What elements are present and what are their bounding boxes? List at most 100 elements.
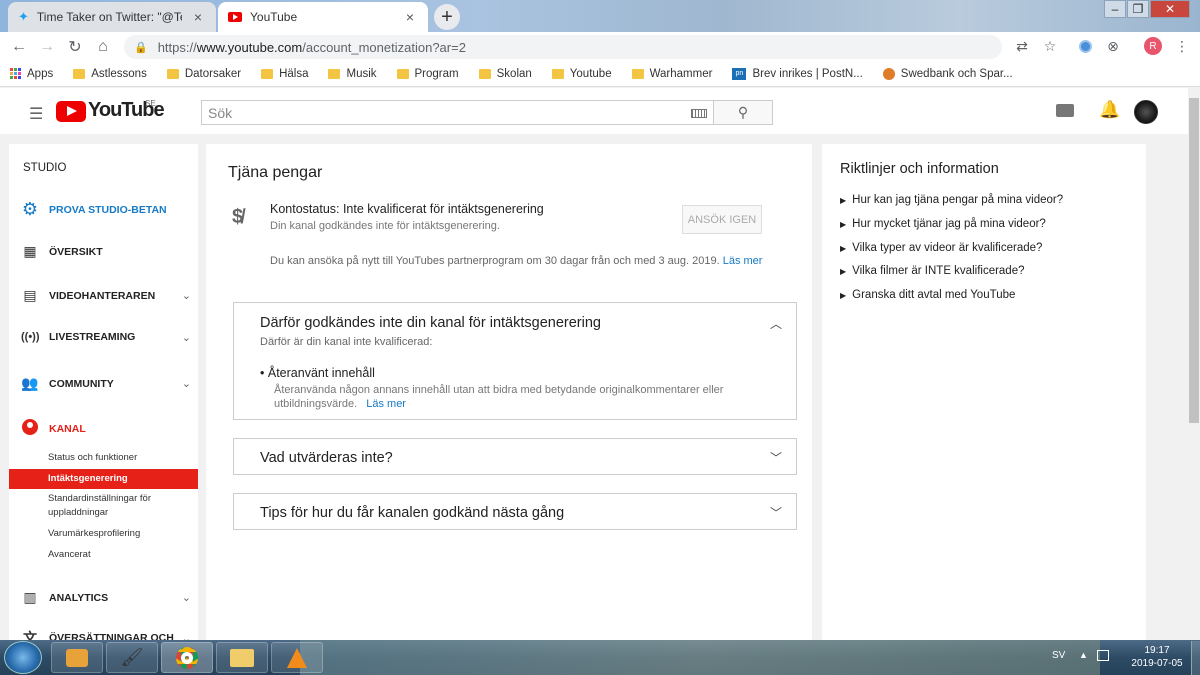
- sidebar-item-kanal[interactable]: KANAL: [21, 419, 191, 438]
- menu-kebab-icon[interactable]: ⋮: [1172, 36, 1192, 56]
- close-window-button[interactable]: ✕: [1150, 0, 1190, 18]
- monetization-panel: Tjäna pengar $̸ Kontostatus: Inte kvalif…: [206, 144, 812, 644]
- sub-item-status[interactable]: Status och funktioner: [48, 452, 137, 463]
- search-input[interactable]: Sök: [201, 100, 714, 125]
- blocked-extension-icon[interactable]: ⊗: [1103, 36, 1123, 56]
- folder-icon: [261, 68, 274, 79]
- start-button[interactable]: [4, 641, 42, 674]
- bookmark-star-icon[interactable]: ☆: [1040, 36, 1060, 56]
- sub-item-monetization-active[interactable]: Intäktsgenerering: [9, 469, 198, 489]
- browser-tab-twitter[interactable]: ✦ Time Taker on Twitter: "@TeamY ×: [8, 2, 216, 32]
- create-video-icon[interactable]: [1056, 104, 1074, 117]
- tray-arrow-icon[interactable]: ▲: [1079, 650, 1088, 660]
- maximize-button[interactable]: ❐: [1127, 0, 1149, 18]
- forward-arrow-icon[interactable]: →: [36, 38, 58, 56]
- url-scheme: https://: [157, 39, 197, 55]
- bookmark-datorsaker[interactable]: Datorsaker: [166, 67, 242, 80]
- guideline-link[interactable]: ▶ Vilka filmer är INTE kvalificerade?: [840, 265, 1025, 279]
- guidelines-panel: Riktlinjer och information ▶ Hur kan jag …: [822, 144, 1146, 644]
- sub-item-advanced[interactable]: Avancerat: [48, 549, 91, 560]
- not-evaluated-section[interactable]: Vad utvärderas inte? ﹀: [233, 438, 797, 475]
- twitter-icon: ✦: [18, 9, 29, 24]
- guideline-link-label: Hur mycket tjänar jag på mina videor?: [852, 218, 1046, 230]
- tips-section[interactable]: Tips för hur du får kanalen godkänd näst…: [233, 493, 797, 530]
- chevron-down-icon[interactable]: ⌄: [182, 591, 191, 604]
- taskbar-paint[interactable]: 🖌: [106, 642, 158, 673]
- bookmark-youtube[interactable]: Youtube: [551, 68, 612, 80]
- taskbar-vlc[interactable]: [271, 642, 323, 673]
- guideline-link[interactable]: ▶ Vilka typer av videor är kvalificerade?: [840, 242, 1042, 256]
- language-indicator[interactable]: SV: [1052, 650, 1065, 661]
- minimize-button[interactable]: –: [1104, 0, 1126, 18]
- bookmark-postnord[interactable]: pn Brev inrikes | PostN...: [732, 67, 863, 80]
- learn-more-link[interactable]: Läs mer: [723, 255, 763, 267]
- chrome-icon: [176, 646, 198, 669]
- sidebar-item-analytics[interactable]: ▥ ANALYTICS ⌄: [21, 589, 191, 606]
- studio-sidebar: STUDIO ⚙ PROVA STUDIO-BETAN ▦ ÖVERSIKT ▤…: [9, 144, 198, 646]
- swedbank-icon: [882, 67, 895, 80]
- address-bar[interactable]: 🔒 https://www.youtube.com/account_moneti…: [124, 35, 1002, 59]
- paint-icon: 🖌: [120, 647, 144, 667]
- guideline-link[interactable]: ▶ Hur mycket tjänar jag på mina videor?: [840, 218, 1046, 232]
- chevron-down-icon[interactable]: ⌄: [182, 331, 191, 344]
- reason-learn-more-link[interactable]: Läs mer: [366, 398, 406, 410]
- bookmark-label: Skolan: [496, 67, 532, 80]
- sidebar-item-studio-beta[interactable]: ⚙ PROVA STUDIO-BETAN: [21, 199, 191, 220]
- chevron-up-icon[interactable]: ︿: [770, 315, 782, 332]
- chevron-down-icon[interactable]: ⌄: [182, 289, 191, 302]
- reload-icon[interactable]: ↻: [64, 37, 86, 57]
- bookmark-musik[interactable]: Musik: [328, 68, 377, 80]
- sidebar-item-community[interactable]: 👥 COMMUNITY ⌄: [21, 375, 191, 392]
- keyboard-icon[interactable]: [691, 109, 707, 118]
- sub-item-upload-defaults[interactable]: Standardinställningar för: [48, 493, 151, 504]
- back-arrow-icon[interactable]: ←: [8, 38, 30, 56]
- hamburger-menu-icon[interactable]: ☰: [29, 104, 43, 124]
- chevron-down-icon[interactable]: ⌄: [182, 377, 191, 390]
- home-icon[interactable]: ⌂: [92, 38, 114, 56]
- channel-avatar[interactable]: [1134, 100, 1158, 124]
- sidebar-item-overview[interactable]: ▦ ÖVERSIKT: [21, 243, 191, 260]
- close-tab-icon[interactable]: ×: [190, 9, 206, 25]
- taskbar-chrome[interactable]: [161, 642, 213, 673]
- translate-icon[interactable]: ⇄: [1012, 36, 1032, 56]
- reason-section: Därför godkändes inte din kanal för intä…: [233, 302, 797, 420]
- account-status-title: Kontostatus: Inte kvalificerat för intäk…: [270, 202, 544, 216]
- guideline-link[interactable]: ▶ Hur kan jag tjäna pengar på mina videor…: [840, 194, 1063, 208]
- sub-item-branding[interactable]: Varumärkesprofilering: [48, 528, 140, 539]
- new-tab-button[interactable]: +: [434, 4, 460, 30]
- sidebar-item-livestreaming[interactable]: ((•)) LIVESTREAMING ⌄: [21, 331, 191, 344]
- guidelines-title: Riktlinjer och information: [840, 161, 999, 177]
- bookmark-label: Datorsaker: [184, 67, 242, 80]
- bookmark-halsa[interactable]: Hälsa: [261, 68, 308, 80]
- apps-icon: [10, 68, 21, 79]
- guideline-link[interactable]: ▶ Granska ditt avtal med YouTube: [840, 289, 1015, 303]
- chevron-down-icon[interactable]: ﹀: [770, 504, 782, 521]
- sidebar-item-video-manager[interactable]: ▤ VIDEOHANTERAREN ⌄: [21, 287, 191, 304]
- search-icon: ⚲: [737, 104, 749, 120]
- taskbar-media-player[interactable]: [51, 642, 103, 673]
- close-tab-icon[interactable]: ×: [402, 9, 418, 25]
- clock[interactable]: 19:17 2019-07-05: [1127, 644, 1187, 670]
- chevron-down-icon[interactable]: ﹀: [770, 449, 782, 466]
- reason-subtitle: Därför är din kanal inte kvalificerad:: [260, 336, 433, 348]
- network-icon[interactable]: [1097, 650, 1109, 661]
- taskbar-explorer[interactable]: [216, 642, 268, 673]
- extension-icon[interactable]: [1075, 36, 1095, 56]
- apply-again-button[interactable]: ANSÖK IGEN: [682, 205, 762, 234]
- bookmark-astlessons[interactable]: Astlessons: [73, 68, 147, 80]
- reason-item: • Återanvänt innehåll: [260, 366, 375, 380]
- search-button[interactable]: ⚲: [713, 100, 773, 125]
- show-desktop-button[interactable]: [1191, 641, 1200, 675]
- sub-item-upload-defaults-2[interactable]: uppladdningar: [48, 507, 108, 518]
- bookmark-swedbank[interactable]: Swedbank och Spar...: [882, 67, 1013, 80]
- browser-tab-youtube[interactable]: YouTube ×: [218, 2, 428, 32]
- scrollbar-thumb[interactable]: [1189, 98, 1199, 423]
- bookmark-warhammer[interactable]: Warhammer: [631, 68, 712, 80]
- bookmark-apps[interactable]: Apps: [10, 68, 53, 80]
- bookmark-program[interactable]: Program: [396, 68, 459, 80]
- bookmark-skolan[interactable]: Skolan: [478, 67, 532, 80]
- profile-avatar[interactable]: R: [1143, 36, 1163, 56]
- reason-header[interactable]: Därför godkändes inte din kanal för intä…: [234, 315, 601, 331]
- notifications-bell-icon[interactable]: 🔔: [1099, 100, 1120, 120]
- bar-chart-icon: ▥: [23, 589, 37, 605]
